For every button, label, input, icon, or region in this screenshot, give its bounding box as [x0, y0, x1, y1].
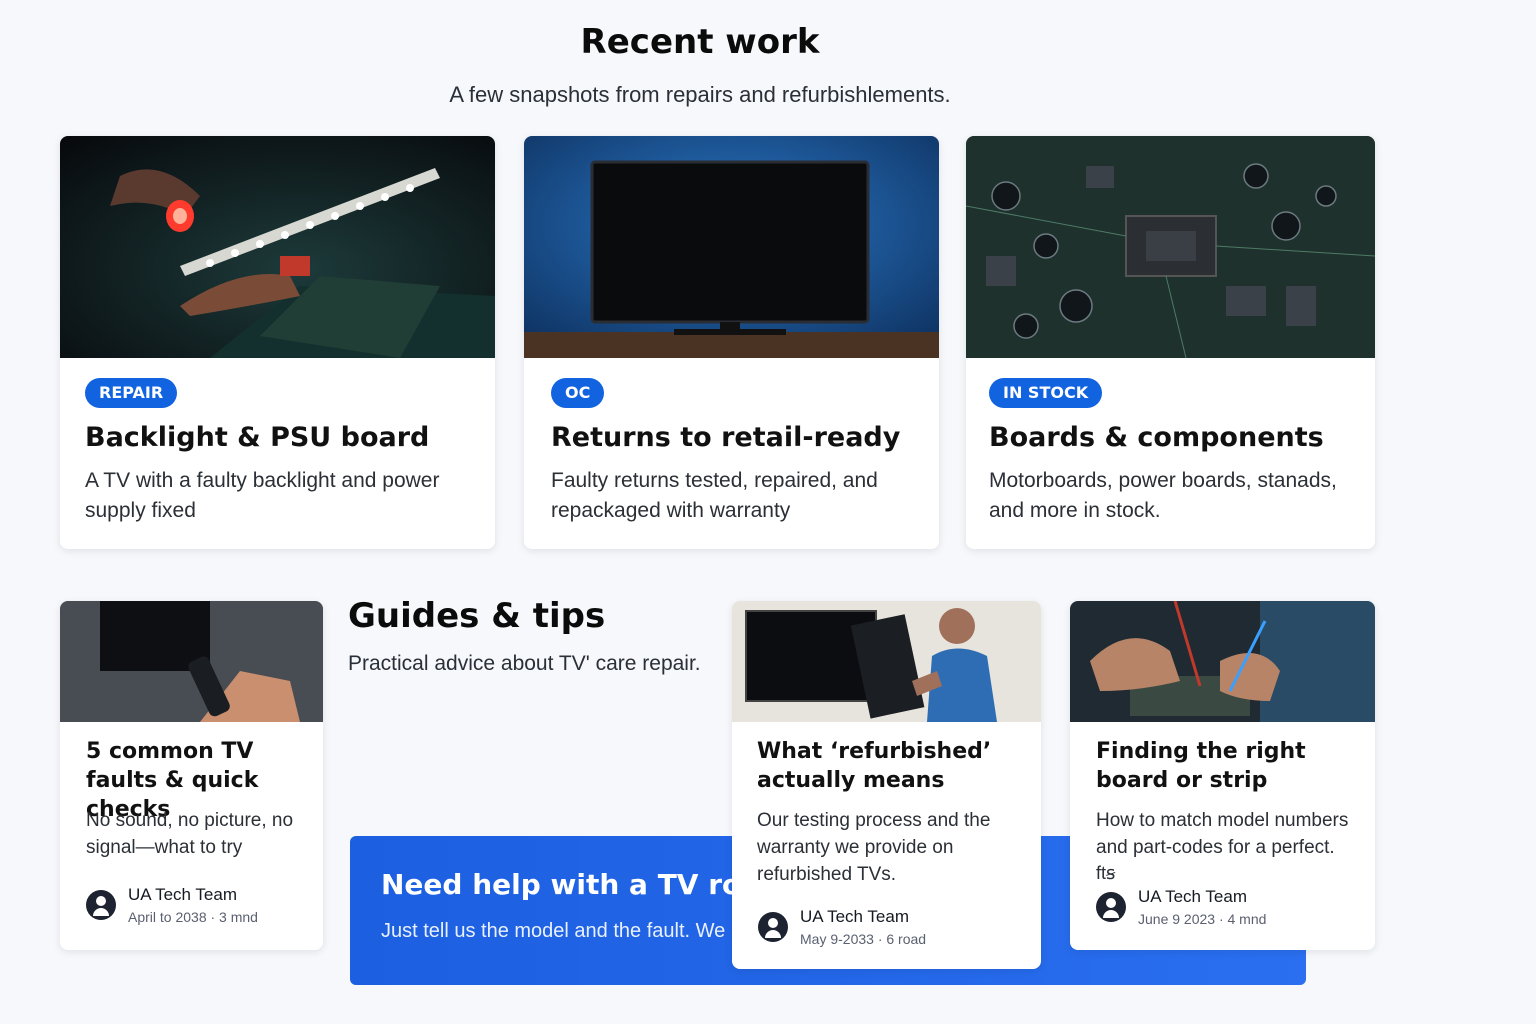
recent-work-title: Recent work [580, 22, 820, 62]
remote-control-image [60, 601, 323, 722]
post-meta: May 9-2033 · 6 road [800, 931, 927, 947]
post-meta: June 9 2023 · 4 mnd [1138, 911, 1267, 927]
avatar-icon [1096, 892, 1126, 922]
card-description: Faulty returns tested, repaired, and rep… [551, 469, 878, 522]
soldering-board-image [1070, 601, 1375, 722]
oc-badge: OC [551, 378, 605, 408]
card-title[interactable]: What ‘refurbished’ actually means [757, 737, 1017, 795]
stray-text: ftꞩ [1096, 863, 1116, 883]
card-description: A TV with a faulty backlight and power s… [85, 469, 440, 522]
avatar-icon [86, 890, 116, 920]
card-description: How to match model numbers and part-code… [1096, 810, 1349, 858]
guide-card-board-strip[interactable]: Finding the right board or strip How to … [1070, 601, 1375, 950]
card-description: Motorboards, power boards, stanads, and … [989, 469, 1337, 522]
author-name: UA Tech Team [1138, 887, 1247, 906]
author-name: UA Tech Team [800, 907, 909, 926]
tv-on-stand-image [524, 136, 939, 358]
author-name: UA Tech Team [128, 885, 237, 904]
author-byline: UA Tech Team June 9 2023 · 4 mnd [1096, 887, 1266, 927]
backlight-repair-image [60, 136, 495, 358]
circuit-board-image [966, 136, 1375, 358]
author-byline: UA Tech Team April to 2038 · 3 mnd [86, 885, 258, 925]
card-title[interactable]: Finding the right board or strip [1096, 737, 1366, 795]
card-title[interactable]: Returns to retail-ready [551, 422, 900, 453]
work-card-boards[interactable]: IN STOCK Boards & components Motorboards… [966, 136, 1375, 549]
card-description: Our testing process and the warranty we … [757, 810, 991, 885]
work-card-returns[interactable]: OC Returns to retail-ready Faulty return… [524, 136, 939, 549]
author-byline: UA Tech Team May 9-2033 · 6 road [758, 907, 926, 947]
technician-tv-image [732, 601, 1041, 722]
post-meta: April to 2038 · 3 mnd [128, 909, 258, 925]
guides-title: Guides & tips [348, 596, 606, 636]
guide-card-faults[interactable]: 5 common TV faults & quick checks No sou… [60, 601, 323, 950]
avatar-icon [758, 912, 788, 942]
card-title[interactable]: Backlight & PSU board [85, 422, 429, 453]
card-title[interactable]: Boards & components [989, 422, 1324, 453]
repair-badge: REPAIR [85, 378, 178, 408]
card-description: No sound, no picture, no signal—what to … [86, 810, 294, 858]
guides-subtitle: Practical advice about TV' care repair. [348, 652, 701, 675]
recent-work-subtitle: A few snapshots from repairs and refurbi… [449, 82, 951, 107]
work-card-backlight[interactable]: REPAIR Backlight & PSU board A TV with a… [60, 136, 495, 549]
guide-card-refurbished[interactable]: What ‘refurbished’ actually means Our te… [732, 601, 1041, 969]
cta-text: Just tell us the model and the fault. We [381, 920, 726, 942]
page: Recent work A few snapshots from repairs… [0, 0, 1536, 1024]
in-stock-badge: IN STOCK [989, 378, 1103, 408]
